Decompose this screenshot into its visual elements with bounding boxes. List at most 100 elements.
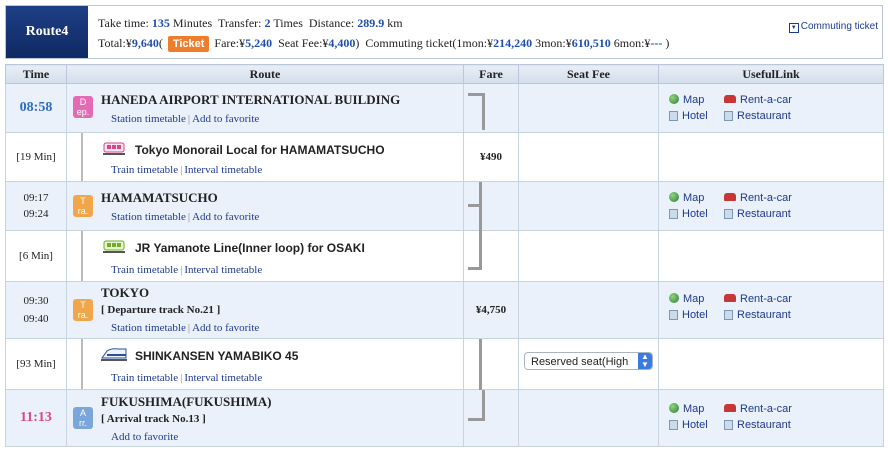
rent-a-car-link[interactable]: Rent-a-car	[724, 293, 792, 305]
useful-links-cell: Map Rent-a-car Hotel Restaurant	[658, 181, 884, 231]
restaurant-link[interactable]: Restaurant	[724, 309, 791, 321]
take-time-label: Take time:	[98, 16, 149, 30]
segment-links: Train timetable | Interval timetable	[111, 372, 262, 384]
route-tab[interactable]: Route4	[6, 6, 88, 58]
station-name[interactable]: FUKUSHIMA(FUKUSHIMA)	[101, 394, 271, 410]
useful-links-cell	[658, 338, 884, 390]
add-to-favorite-link[interactable]: Add to favorite	[192, 211, 259, 223]
fare-bracket-line	[479, 339, 482, 390]
station-row: 08:58 Dep. HANEDA AIRPORT INTERNATIONAL …	[5, 83, 884, 133]
segment-row: [93 Min] SHINKANSEN YAMABIKO 45 Train ti…	[5, 338, 884, 390]
interval-timetable-link[interactable]: Interval timetable	[184, 264, 262, 276]
route-line	[81, 231, 83, 281]
line-name[interactable]: Tokyo Monorail Local for HAMAMATSUCHO	[135, 143, 385, 157]
train-timetable-link[interactable]: Train timetable	[111, 372, 178, 384]
hotel-link[interactable]: Hotel	[669, 110, 708, 122]
line-name[interactable]: SHINKANSEN YAMABIKO 45	[135, 349, 298, 363]
map-label: Map	[683, 192, 705, 204]
departure-time: 08:58	[19, 100, 53, 115]
distance-unit: km	[387, 16, 403, 30]
take-time-unit: Minutes	[172, 16, 213, 30]
globe-icon	[669, 403, 679, 413]
arrival-badge: Arr.	[73, 407, 93, 429]
hotel-link[interactable]: Hotel	[669, 309, 708, 321]
restaurant-icon	[724, 420, 733, 430]
train-icon	[103, 240, 125, 253]
station-row: 09:17 09:24 Tra. HAMAMATSUCHO Station ti…	[5, 181, 884, 231]
station-name[interactable]: HANEDA AIRPORT INTERNATIONAL BUILDING	[101, 92, 400, 108]
table-header-row: Time Route Fare Seat Fee UsefulLink	[5, 64, 884, 84]
departure-badge: Dep.	[73, 96, 93, 118]
map-link[interactable]: Map	[669, 94, 704, 106]
arrival-track: [ Arrival track No.13 ]	[101, 413, 206, 425]
hotel-link[interactable]: Hotel	[669, 419, 708, 431]
train-timetable-link[interactable]: Train timetable	[111, 164, 178, 176]
chevron-updown-icon: ▲ ▼	[638, 353, 652, 369]
time-cell: 09:17 09:24	[5, 181, 67, 231]
seat-type-select[interactable]: Reserved seat(High ▲ ▼	[524, 352, 653, 370]
useful-links-cell: Map Rent-a-car Hotel Restaurant	[658, 281, 884, 339]
arrival-time: 09:30	[23, 295, 49, 307]
restaurant-label: Restaurant	[737, 110, 791, 122]
departure-track: [ Departure track No.21 ]	[101, 304, 221, 316]
link-separator: |	[187, 113, 191, 125]
summary-line-2: Total:¥9,640( Ticket Fare:¥5,240 Seat Fe…	[98, 36, 670, 52]
add-to-favorite-link[interactable]: Add to favorite	[111, 431, 178, 443]
station-row: 11:13 Arr. FUKUSHIMA(FUKUSHIMA) [ Arriva…	[5, 389, 884, 447]
restaurant-link[interactable]: Restaurant	[724, 419, 791, 431]
hotel-icon	[669, 209, 678, 219]
fare-bracket	[468, 93, 485, 130]
departure-time: 09:40	[23, 313, 49, 325]
commuting-label: Commuting ticket(1mon:¥	[365, 36, 494, 50]
rent-a-car-link[interactable]: Rent-a-car	[724, 192, 792, 204]
col-seat-fee: Seat Fee	[518, 64, 659, 84]
hotel-label: Hotel	[682, 208, 708, 220]
restaurant-link[interactable]: Restaurant	[724, 110, 791, 122]
hotel-link[interactable]: Hotel	[669, 208, 708, 220]
map-link[interactable]: Map	[669, 192, 704, 204]
ticket-button[interactable]: Ticket	[167, 36, 210, 52]
seat-fee-value: 4,400	[328, 36, 356, 50]
car-icon	[724, 193, 736, 201]
station-name[interactable]: HAMAMATSUCHO	[101, 190, 218, 206]
total-label: Total:¥	[98, 36, 132, 50]
seat-fee-cell	[518, 281, 659, 339]
commuting-3mon-value: 610,510	[571, 36, 611, 50]
rent-a-car-label: Rent-a-car	[740, 192, 792, 204]
commuting-ticket-link[interactable]: ▼ Commuting ticket	[788, 21, 878, 33]
globe-icon	[669, 293, 679, 303]
fare-cell	[463, 389, 519, 447]
restaurant-icon	[724, 111, 733, 121]
station-name[interactable]: TOKYO	[101, 285, 149, 301]
station-timetable-link[interactable]: Station timetable	[111, 211, 186, 223]
commuting-close: )	[665, 36, 670, 50]
fare-cell: ¥490	[463, 132, 519, 182]
route-table: Time Route Fare Seat Fee UsefulLink 08:5…	[5, 64, 884, 447]
add-to-favorite-link[interactable]: Add to favorite	[192, 322, 259, 334]
interval-timetable-link[interactable]: Interval timetable	[184, 164, 262, 176]
segment-links: Train timetable | Interval timetable	[111, 264, 262, 276]
commuting-6mon-label: 6mon:¥	[613, 36, 651, 50]
station-cell: Tra. HAMAMATSUCHO Station timetable | Add …	[66, 181, 464, 231]
globe-icon	[669, 192, 679, 202]
station-timetable-link[interactable]: Station timetable	[111, 113, 186, 125]
interval-timetable-link[interactable]: Interval timetable	[184, 372, 262, 384]
map-link[interactable]: Map	[669, 293, 704, 305]
add-to-favorite-link[interactable]: Add to favorite	[192, 113, 259, 125]
line-name[interactable]: JR Yamanote Line(Inner loop) for OSAKI	[135, 241, 365, 255]
link-separator: |	[180, 372, 183, 384]
segment-fare: ¥4,750	[475, 304, 507, 316]
globe-icon	[669, 94, 679, 104]
col-route: Route	[66, 64, 464, 84]
rent-a-car-link[interactable]: Rent-a-car	[724, 403, 792, 415]
restaurant-link[interactable]: Restaurant	[724, 208, 791, 220]
restaurant-label: Restaurant	[737, 309, 791, 321]
rent-a-car-link[interactable]: Rent-a-car	[724, 94, 792, 106]
fare-label: Fare:¥	[214, 36, 246, 50]
seat-fee-label: Seat Fee:¥	[278, 36, 329, 50]
station-timetable-link[interactable]: Station timetable	[111, 322, 186, 334]
distance-value: 289.9	[357, 16, 385, 30]
train-timetable-link[interactable]: Train timetable	[111, 264, 178, 276]
useful-links-cell	[658, 230, 884, 282]
map-link[interactable]: Map	[669, 403, 704, 415]
